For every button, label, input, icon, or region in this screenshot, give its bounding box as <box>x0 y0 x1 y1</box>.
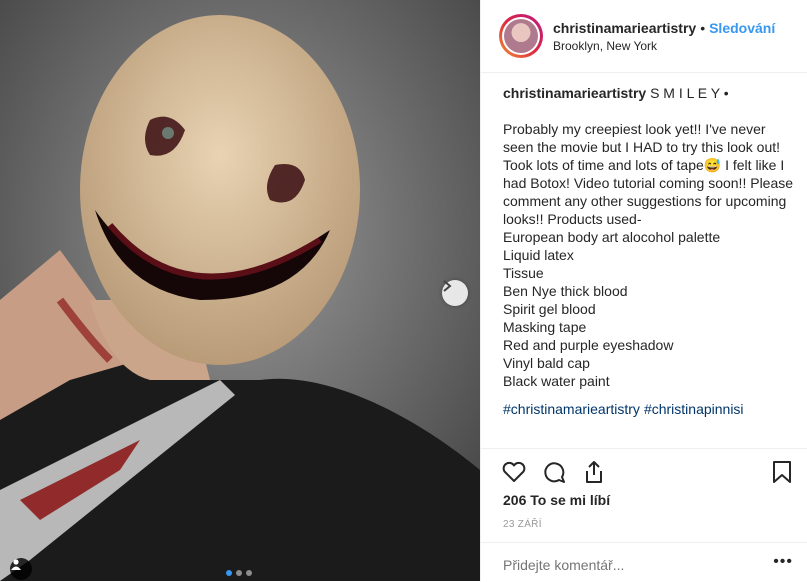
caption-title: S M I L E Y • <box>650 85 729 101</box>
caption-line: European body art alocohol palette <box>503 229 721 245</box>
caption-line: Probably my creepiest look yet!! I've ne… <box>503 121 794 227</box>
header-separator: • <box>700 19 706 36</box>
caption-line: Black water paint <box>503 373 610 389</box>
heart-icon[interactable] <box>501 459 527 485</box>
caption-text: Probably my creepiest look yet!! I've ne… <box>503 120 798 390</box>
bookmark-icon[interactable] <box>769 459 795 485</box>
more-options-button[interactable]: ••• <box>773 553 793 571</box>
comment-box: ••• <box>481 542 807 582</box>
avatar-image <box>504 19 538 53</box>
hashtag-link[interactable]: #christinamarieartistry <box>503 401 640 417</box>
caption-line: Vinyl bald cap <box>503 355 590 371</box>
caption-line: Tissue <box>503 265 544 281</box>
hashtags: #christinamarieartistry #christinapinnisi <box>503 400 798 418</box>
hashtag-link[interactable]: #christinapinnisi <box>644 401 744 417</box>
user-tag-icon <box>11 559 21 570</box>
carousel-dot <box>226 570 232 576</box>
comment-input[interactable] <box>503 557 743 573</box>
share-icon[interactable] <box>581 459 607 485</box>
user-tag-button[interactable] <box>10 558 32 580</box>
post-image <box>0 0 480 581</box>
caption-line: Ben Nye thick blood <box>503 283 628 299</box>
post-photo[interactable] <box>0 0 480 581</box>
avatar[interactable] <box>499 14 543 58</box>
post-header: christinamarieartistry • Sledování Brookly… <box>481 0 807 73</box>
caption-line: Spirit gel blood <box>503 301 596 317</box>
post-sidebar: christinamarieartistry • Sledování Brookly… <box>480 0 807 581</box>
chevron-right-icon <box>443 280 452 292</box>
location-link[interactable]: Brooklyn, New York <box>553 39 775 53</box>
caption-area: christinamarieartistry S M I L E Y • Pro… <box>503 84 798 448</box>
carousel-dot <box>246 570 252 576</box>
next-slide-button[interactable] <box>442 280 468 306</box>
likes-label: To se mi líbí <box>530 492 611 508</box>
header-username[interactable]: christinamarieartistry <box>553 20 696 36</box>
caption-line: Red and purple eyeshadow <box>503 337 674 353</box>
likes-number: 206 <box>503 492 527 508</box>
actions-section: 206 To se mi líbí 23 ZÁŘÍ <box>481 448 807 530</box>
carousel-indicator <box>226 570 252 576</box>
comment-icon[interactable] <box>541 459 567 485</box>
caption-username[interactable]: christinamarieartistry <box>503 85 646 101</box>
caption-line: Liquid latex <box>503 247 574 263</box>
post-date[interactable]: 23 ZÁŘÍ <box>503 519 542 530</box>
follow-button[interactable]: Sledování <box>709 20 775 36</box>
caption-line: Masking tape <box>503 319 587 335</box>
likes-count[interactable]: 206 To se mi líbí <box>503 492 610 508</box>
carousel-dot <box>236 570 242 576</box>
